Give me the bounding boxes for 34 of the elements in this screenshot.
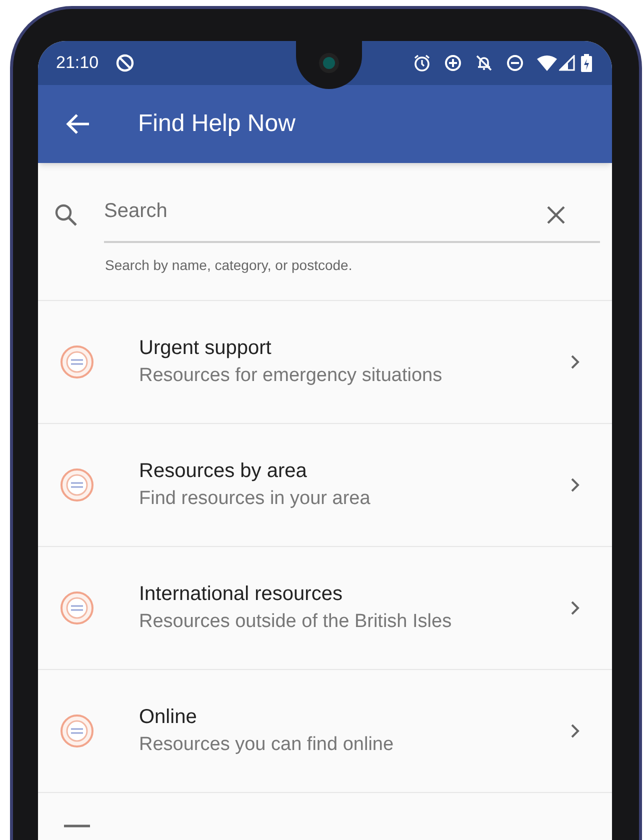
item-subtitle: Resources for emergency situations	[139, 364, 444, 388]
chevron-right-icon	[570, 354, 580, 370]
item-title: International resources	[139, 582, 344, 607]
battery-charging-icon	[581, 54, 592, 72]
status-time: 21:10	[56, 52, 99, 74]
add-circle-icon	[444, 54, 462, 72]
menu-item[interactable]: Resources by area Find resources in your area	[38, 424, 612, 547]
badge-logo-icon	[60, 345, 94, 379]
chevron-right-icon	[570, 723, 580, 739]
search-helper-text: Search by name, category, or postcode.	[105, 256, 354, 275]
item-title: Online	[139, 705, 198, 730]
item-subtitle: Resources outside of the British Isles	[139, 610, 453, 634]
item-subtitle: Find resources in your area	[139, 487, 372, 511]
bell-off-icon	[475, 54, 493, 72]
back-arrow-icon	[66, 113, 90, 135]
menu-item[interactable]: International resources Resources outside of the British Isles	[38, 547, 612, 670]
do-not-disturb-icon	[506, 54, 524, 72]
item-subtitle: Resources you can find online	[139, 733, 395, 757]
menu-item[interactable]: Urgent support Resources for emergency situations	[38, 301, 612, 424]
close-icon	[546, 205, 566, 225]
chevron-right-icon	[570, 477, 580, 493]
search-field[interactable]: Search	[104, 191, 600, 243]
badge-logo-icon	[60, 468, 94, 502]
badge-logo-icon	[60, 591, 94, 625]
wifi-icon	[537, 55, 557, 71]
alarm-icon	[413, 54, 431, 72]
chevron-right-icon	[570, 600, 580, 616]
badge-logo-icon	[60, 714, 94, 748]
item-title: Urgent support	[139, 336, 272, 361]
screen-title: Find Help Now	[138, 109, 296, 139]
search-icon	[54, 203, 78, 227]
signal-icon	[559, 55, 575, 71]
item-title: Resources by area	[139, 459, 308, 484]
menu-item[interactable]: Online Resources you can find online	[38, 670, 612, 793]
